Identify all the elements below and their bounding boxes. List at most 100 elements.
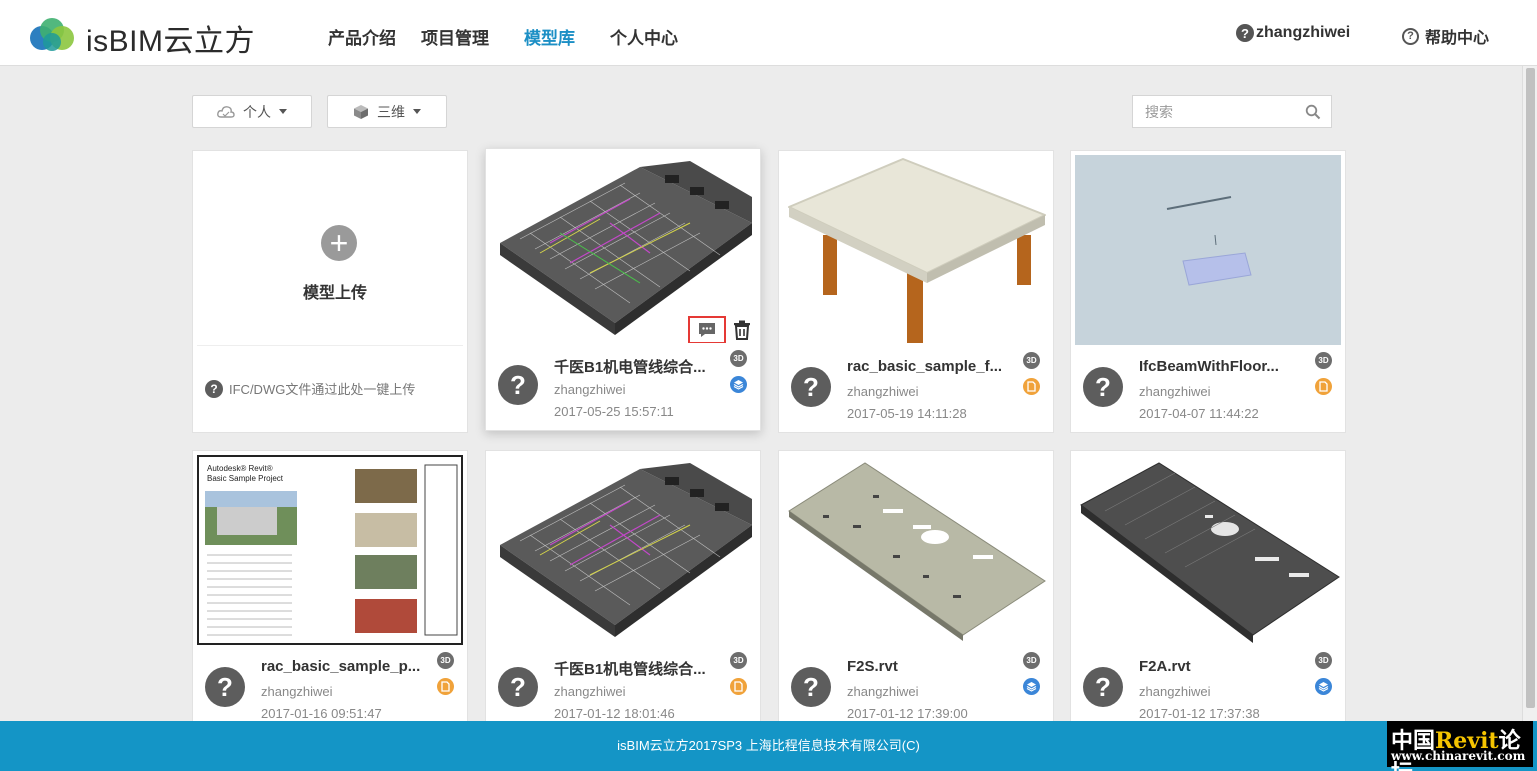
upload-area[interactable]: + 模型上传 [197,155,463,345]
model-card[interactable]: ? F2A.rvt zhangzhiwei 2017-01-12 17:37:3… [1070,450,1346,733]
model-card[interactable]: ? 千医B1机电管线综合... zhangzhiwei 2017-05-25 1… [485,148,761,431]
badge-3d: 3D [1315,352,1332,369]
help-center-link[interactable]: ? 帮助中心 [1402,24,1489,48]
question-icon: ? [205,379,223,398]
watermark-url: www.chinarevit.com [1391,749,1526,763]
avatar: ? [791,667,831,707]
model-date: 2017-01-12 17:39:00 [847,706,968,721]
model-owner: zhangzhiwei [1139,684,1211,699]
model-name[interactable]: F2S.rvt [847,658,898,675]
model-name[interactable]: 千医B1机电管线综合... [554,658,706,679]
beam-model-preview [1166,196,1252,286]
avatar: ? [1083,367,1123,407]
scrollbar-thumb[interactable] [1526,68,1535,708]
model-name[interactable]: 千医B1机电管线综合... [554,356,706,377]
layers-icon [730,376,747,393]
layers-icon [1315,678,1332,695]
help-label: 帮助中心 [1425,30,1490,47]
logo-icon[interactable] [28,16,76,52]
model-card[interactable]: ? rac_basic_sample_f... zhangzhiwei 2017… [778,150,1054,433]
scope-label: 个人 [243,103,271,120]
help-icon: ? [1402,27,1419,45]
model-thumbnail[interactable]: Autodesk® Revit® Basic Sample Project [197,455,463,645]
badge-3d: 3D [1023,352,1040,369]
file-icon [1315,378,1332,395]
file-icon [1023,378,1040,395]
user-menu[interactable]: ? zhangzhiwei [1236,24,1350,42]
divider [197,345,463,346]
footer: isBIM云立方2017SP3 上海比程信息技术有限公司(C) [0,721,1537,771]
watermark-title: 中国Revit论坛 [1391,728,1521,771]
model-owner: zhangzhiwei [261,684,333,699]
badge-3d: 3D [730,652,747,669]
upload-card[interactable]: + 模型上传 ? IFC/DWG文件通过此处一键上传 [192,150,468,433]
upload-tip-text: IFC/DWG文件通过此处一键上传 [229,382,416,397]
table-model-preview [788,158,1046,343]
model-thumbnail[interactable] [783,455,1049,645]
search-input[interactable] [1133,96,1293,127]
file-icon [437,678,454,695]
search-box [1132,95,1332,128]
comment-icon [699,323,715,337]
nav-personal-center[interactable]: 个人中心 [610,24,678,49]
model-date: 2017-01-12 18:01:46 [554,706,675,721]
logo-text[interactable]: isBIM云立方 [86,16,255,60]
badge-3d: 3D [1315,652,1332,669]
model-card[interactable]: Autodesk® Revit® Basic Sample Project ? … [192,450,468,733]
mep-model-preview [500,161,752,335]
upload-tip: ? IFC/DWG文件通过此处一键上传 [205,379,415,398]
avatar: ? [498,365,538,405]
badge-3d: 3D [437,652,454,669]
model-owner: zhangzhiwei [554,684,626,699]
model-date: 2017-01-16 09:51:47 [261,706,382,721]
model-owner: zhangzhiwei [554,382,626,397]
nav-project-management[interactable]: 项目管理 [421,24,489,49]
model-card[interactable]: ? 千医B1机电管线综合... zhangzhiwei 2017-01-12 1… [485,450,761,733]
floor-model-preview [1080,462,1340,643]
model-name[interactable]: rac_basic_sample_f... [847,358,1002,375]
scope-dropdown[interactable]: 个人 [192,95,312,128]
avatar: ? [1083,667,1123,707]
model-name[interactable]: rac_basic_sample_p... [261,658,420,675]
vertical-scrollbar[interactable] [1522,66,1537,721]
nav-model-library[interactable]: 模型库 [524,24,575,49]
sheet-title-line2: Basic Sample Project [207,474,284,483]
sheet-title-line1: Autodesk® Revit® [207,464,273,473]
mep-model-preview [500,463,752,637]
model-name[interactable]: IfcBeamWithFloor... [1139,358,1279,375]
dimension-label: 三维 [377,103,405,120]
delete-button[interactable] [730,317,754,343]
badge-3d: 3D [730,350,747,367]
model-date: 2017-05-19 14:11:28 [847,406,967,421]
model-owner: zhangzhiwei [1139,384,1211,399]
cube-icon [354,104,368,119]
trash-icon [734,320,750,340]
model-thumbnail[interactable] [490,153,756,343]
avatar: ? [498,667,538,707]
drawing-sheet-preview: Autodesk® Revit® Basic Sample Project [197,455,463,645]
model-thumbnail[interactable] [1075,455,1341,645]
upload-label: 模型上传 [302,285,367,302]
nav-product-intro[interactable]: 产品介绍 [328,24,396,49]
plus-icon[interactable]: + [321,225,357,261]
file-icon [730,678,747,695]
top-header: isBIM云立方 产品介绍 项目管理 模型库 个人中心 ? zhangzhiwe… [0,0,1537,66]
dimension-dropdown[interactable]: 三维 [327,95,447,128]
model-card[interactable]: ? F2S.rvt zhangzhiwei 2017-01-12 17:39:0… [778,450,1054,733]
layers-icon [1023,678,1040,695]
avatar: ? [205,667,245,707]
model-name[interactable]: F2A.rvt [1139,658,1191,675]
model-card[interactable]: ? IfcBeamWithFloor... zhangzhiwei 2017-0… [1070,150,1346,433]
cloud-icon [217,105,235,118]
comment-button[interactable] [688,316,726,343]
model-thumbnail[interactable] [783,155,1049,345]
model-date: 2017-01-12 17:37:38 [1139,706,1260,721]
badge-3d: 3D [1023,652,1040,669]
user-avatar-icon: ? [1236,24,1254,42]
chevron-down-icon [413,109,421,114]
floor-plan-preview [788,462,1046,641]
model-thumbnail[interactable] [490,455,756,645]
search-icon[interactable] [1305,104,1321,120]
model-thumbnail[interactable] [1075,155,1341,345]
model-owner: zhangzhiwei [847,384,919,399]
